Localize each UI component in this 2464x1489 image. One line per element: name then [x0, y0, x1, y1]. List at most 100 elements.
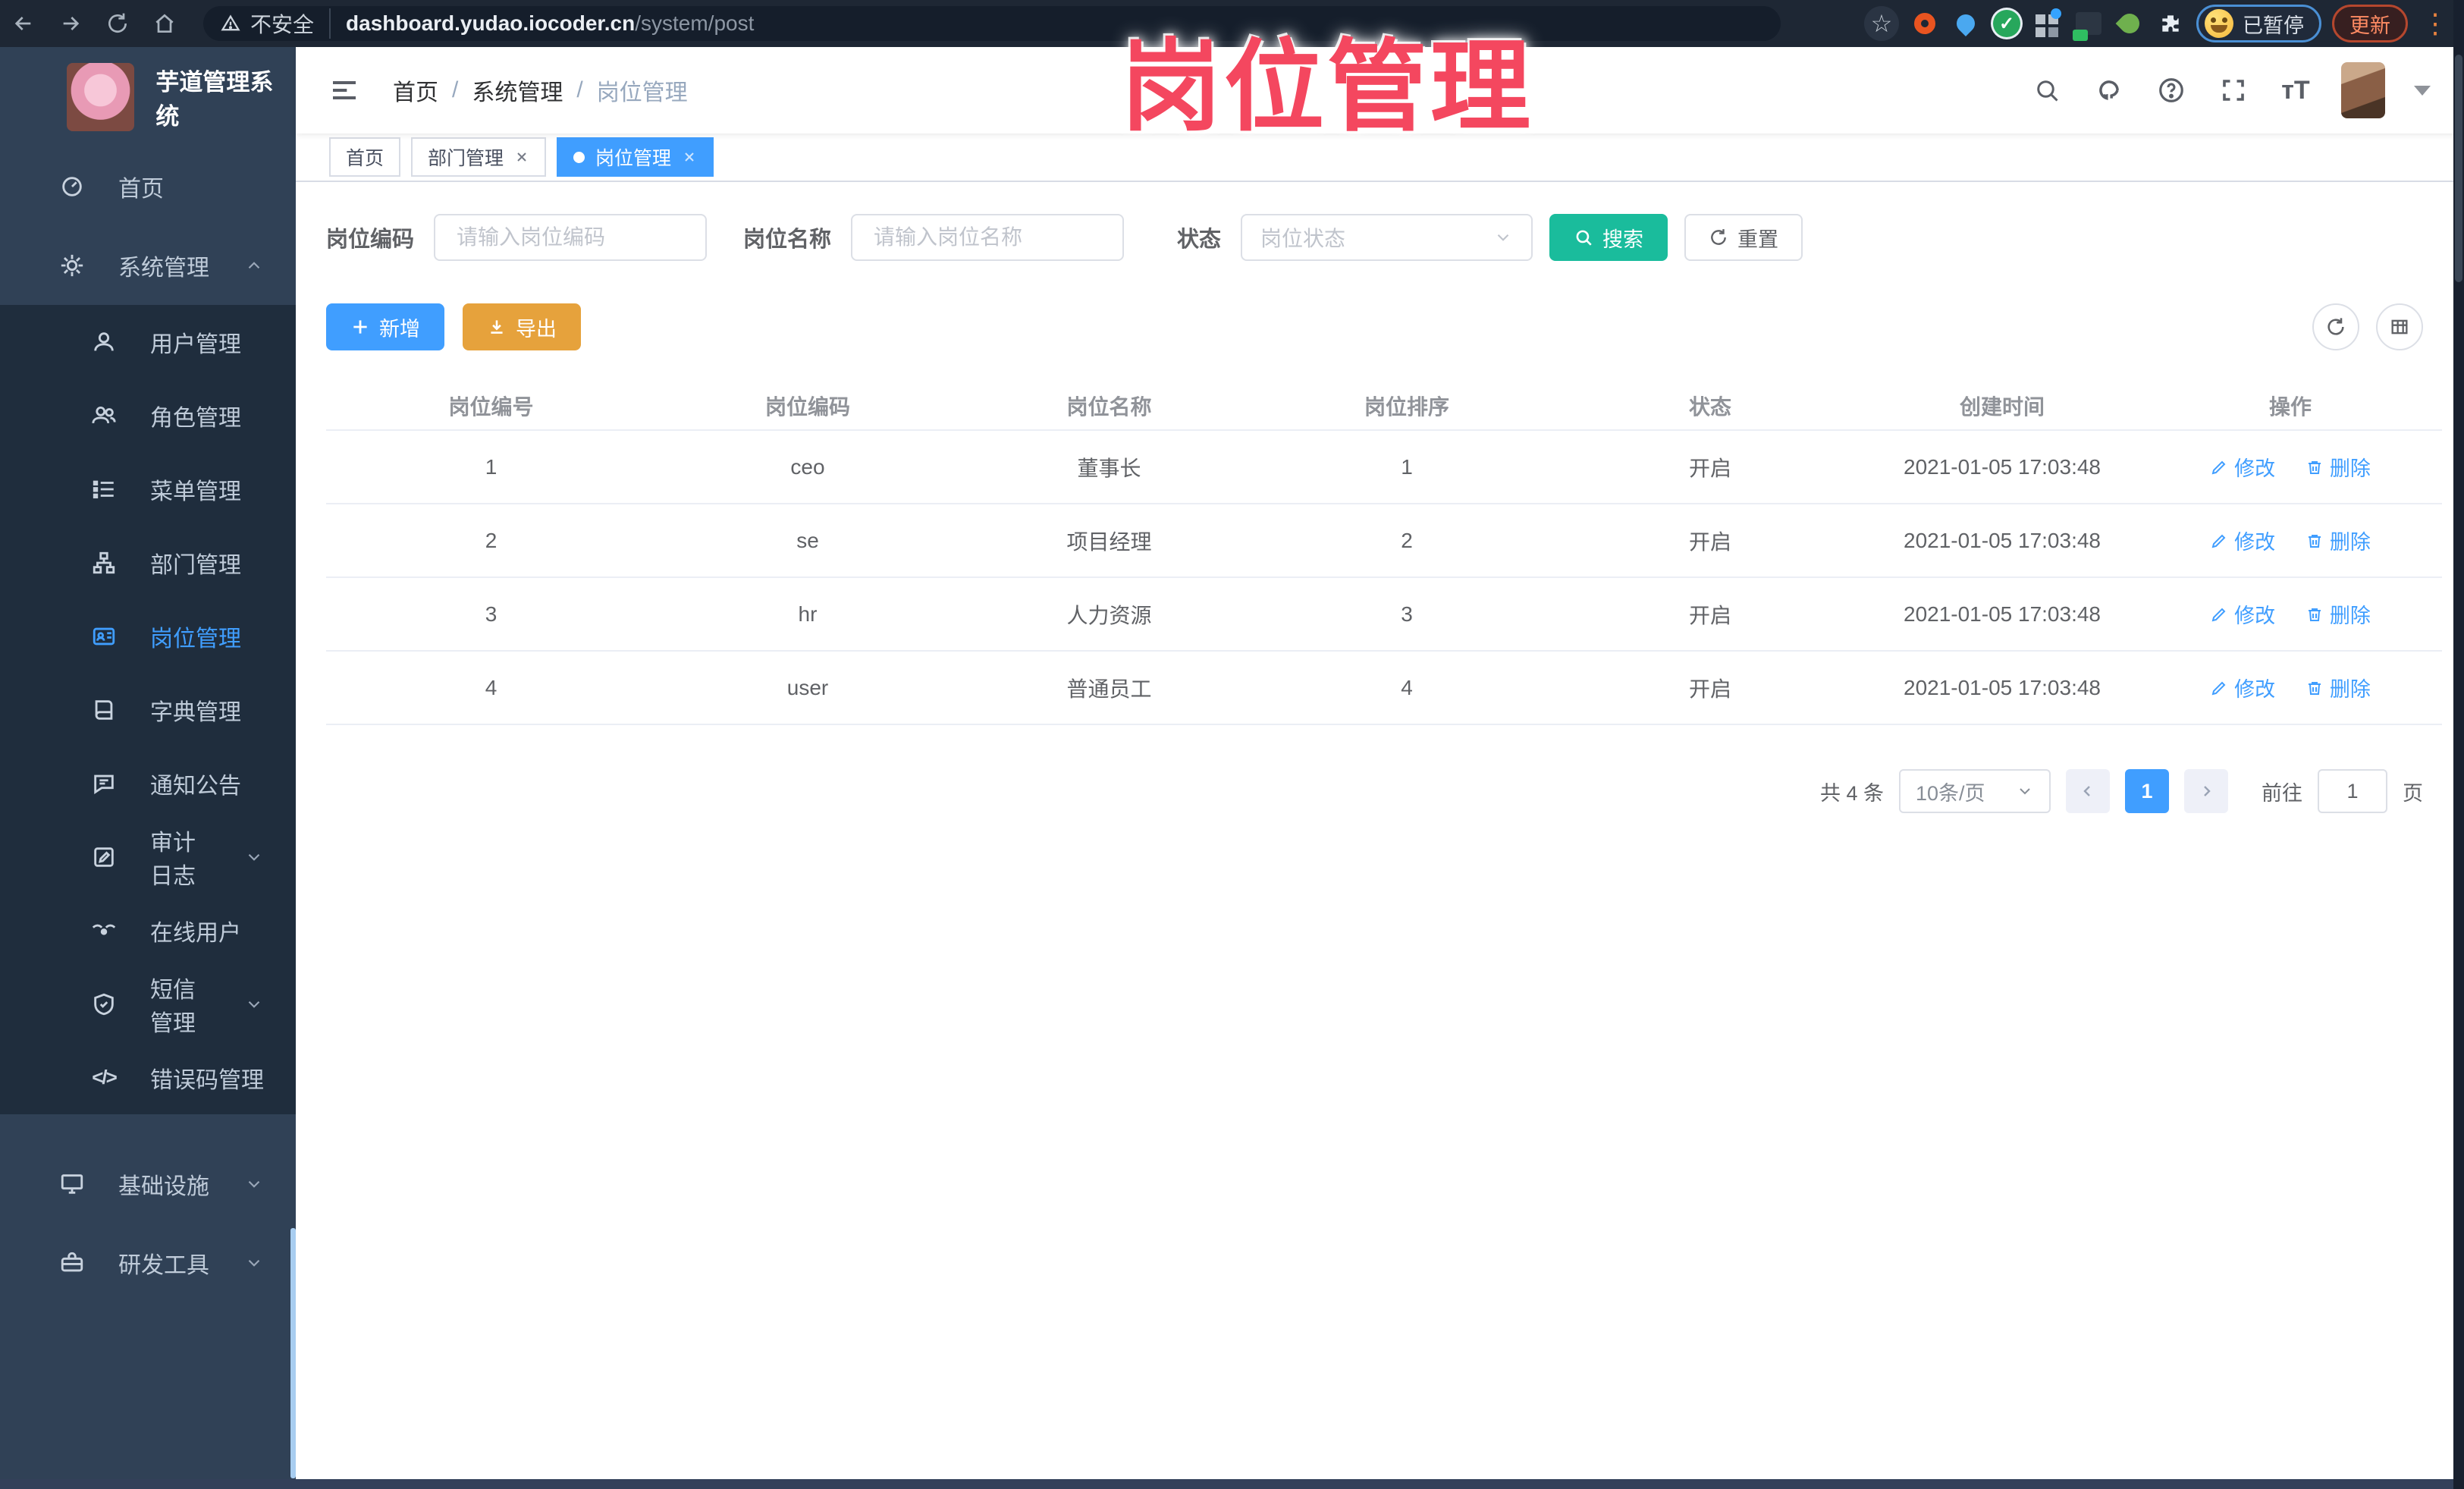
refresh-icon — [2327, 318, 2344, 335]
reset-button[interactable]: 重置 — [1684, 214, 1803, 261]
refresh-button[interactable] — [2312, 303, 2359, 350]
extension-icon[interactable] — [1951, 8, 1981, 39]
extension-icon[interactable] — [2073, 8, 2104, 41]
browser-home-button[interactable] — [141, 0, 188, 47]
edit-link[interactable]: 修改 — [2210, 526, 2275, 555]
edit-icon — [2211, 460, 2226, 474]
column-header: 岗位名称 — [1066, 395, 1152, 419]
sidebar-item-dev-tools[interactable]: 研发工具 — [0, 1224, 296, 1302]
scrollbar-thumb[interactable] — [2455, 55, 2462, 282]
export-button[interactable]: 导出 — [463, 303, 581, 350]
sidebar-item-infrastructure[interactable]: 基础设施 — [0, 1145, 296, 1224]
post-table: 岗位编号 岗位编码 岗位名称 岗位排序 状态 创建时间 操作 1 ceo 董事长… — [326, 382, 2442, 725]
extension-icon[interactable] — [1910, 8, 1940, 39]
cell-created-time: 2021-01-05 17:03:48 — [1904, 528, 2101, 552]
breadcrumb-system[interactable]: 系统管理 — [472, 74, 563, 107]
sidebar-item-label: 字典管理 — [150, 699, 241, 725]
app-logo-row[interactable]: 芋道管理系统 — [0, 47, 296, 147]
app-title: 芋道管理系统 — [155, 69, 274, 130]
sidebar-item-label: 部门管理 — [150, 552, 241, 578]
sidebar-scrollbar-thumb[interactable] — [290, 1228, 296, 1478]
sidebar-item-error-code-management[interactable]: </> 错误码管理 — [0, 1041, 296, 1114]
page-size-select[interactable]: 10条/页 — [1899, 769, 2051, 813]
cell-post-code: se — [796, 528, 819, 552]
window-scrollbar[interactable] — [2453, 0, 2464, 1489]
post-name-input[interactable] — [851, 214, 1125, 261]
sidebar-item-sms-management[interactable]: 短信管理 — [0, 967, 296, 1041]
close-icon[interactable] — [682, 149, 697, 165]
sidebar-item-user-management[interactable]: 用户管理 — [0, 305, 296, 379]
chevron-down-icon — [244, 1174, 264, 1194]
cell-post-code: user — [786, 675, 829, 699]
tab-post-management[interactable]: 岗位管理 — [557, 137, 714, 177]
sidebar-item-post-management[interactable]: 岗位管理 — [0, 599, 296, 673]
edit-link[interactable]: 修改 — [2210, 673, 2275, 702]
sidebar-item-home[interactable]: 首页 — [0, 147, 296, 226]
gear-icon — [58, 251, 86, 280]
column-settings-button[interactable] — [2376, 303, 2423, 350]
security-chip[interactable]: 不安全 — [220, 8, 331, 39]
cell-post-code: ceo — [790, 454, 825, 479]
breadcrumb: 首页 / 系统管理 / 岗位管理 — [393, 74, 688, 107]
sidebar-item-role-management[interactable]: 角色管理 — [0, 379, 296, 452]
extensions-puzzle-icon[interactable] — [2155, 8, 2186, 39]
bookmark-star-icon[interactable]: ☆ — [1864, 6, 1899, 41]
sms-shield-icon — [89, 990, 118, 1019]
paused-badge[interactable]: 已暂停 — [2196, 5, 2321, 42]
tab-label: 部门管理 — [428, 148, 504, 169]
search-icon[interactable] — [2030, 74, 2064, 107]
cell-created-time: 2021-01-05 17:03:48 — [1904, 602, 2101, 626]
font-size-icon[interactable]: тT — [2279, 74, 2312, 107]
browser-menu-icon[interactable]: ⋮ — [2418, 10, 2452, 37]
search-button[interactable]: 搜索 — [1549, 214, 1668, 261]
close-icon[interactable] — [514, 149, 529, 165]
browser-update-button[interactable]: 更新 — [2332, 5, 2408, 42]
breadcrumb-home[interactable]: 首页 — [393, 74, 438, 107]
tab-home[interactable]: 首页 — [329, 137, 401, 177]
sidebar-item-notice-management[interactable]: 通知公告 — [0, 746, 296, 820]
avatar-caret-down-icon[interactable] — [2414, 85, 2431, 96]
add-button[interactable]: 新增 — [326, 303, 444, 350]
delete-link[interactable]: 删除 — [2305, 526, 2371, 555]
goto-page-input[interactable] — [2318, 769, 2387, 813]
sidebar-toggle-icon[interactable] — [329, 75, 359, 105]
delete-link[interactable]: 删除 — [2305, 673, 2371, 702]
cell-post-code: hr — [798, 602, 818, 626]
avatar[interactable] — [2341, 62, 2385, 118]
browser-back-button[interactable] — [0, 0, 47, 47]
search-button-label: 搜索 — [1602, 228, 1644, 251]
trash-icon — [2308, 534, 2321, 548]
extension-icon[interactable]: ✓ — [1992, 8, 2022, 39]
sidebar-item-dict-management[interactable]: 字典管理 — [0, 673, 296, 746]
page-number-button[interactable]: 1 — [2125, 769, 2169, 813]
goto-label: 前往 — [2262, 781, 2302, 805]
delete-link[interactable]: 删除 — [2305, 599, 2371, 629]
prev-page-button[interactable] — [2066, 769, 2110, 813]
sidebar-item-online-users[interactable]: 在线用户 — [0, 894, 296, 967]
arrow-right-icon — [63, 17, 80, 30]
edit-link[interactable]: 修改 — [2210, 452, 2275, 482]
cell-post-sort: 1 — [1401, 454, 1413, 479]
sidebar-item-audit-log[interactable]: 审计日志 — [0, 820, 296, 894]
address-bar[interactable]: 不安全 dashboard.yudao.iocoder.cn/system/po… — [203, 6, 1781, 41]
help-icon[interactable] — [2155, 74, 2188, 107]
browser-reload-button[interactable] — [94, 0, 141, 47]
delete-link[interactable]: 删除 — [2305, 452, 2371, 482]
browser-forward-button[interactable] — [47, 0, 94, 47]
column-header: 岗位编号 — [448, 395, 534, 419]
sidebar-item-system-management[interactable]: 系统管理 — [0, 226, 296, 305]
post-code-input[interactable] — [434, 214, 708, 261]
extension-icon[interactable] — [2032, 8, 2063, 39]
fullscreen-icon[interactable] — [2217, 74, 2250, 107]
sidebar-item-menu-management[interactable]: 菜单管理 — [0, 452, 296, 526]
sidebar: 芋道管理系统 首页 系统管理 用户管理 角色管理 菜单管理 部门管理 岗位管理 … — [0, 47, 296, 1489]
sidebar-item-dept-management[interactable]: 部门管理 — [0, 526, 296, 599]
extension-icon[interactable] — [2114, 8, 2145, 39]
add-button-label: 新增 — [379, 317, 420, 341]
tab-dept-management[interactable]: 部门管理 — [411, 137, 547, 177]
edit-link[interactable]: 修改 — [2210, 599, 2275, 629]
cell-actions: 修改 删除 — [2139, 452, 2442, 482]
next-page-button[interactable] — [2184, 769, 2228, 813]
status-select[interactable]: 岗位状态 — [1241, 214, 1533, 261]
github-icon[interactable] — [2092, 74, 2126, 107]
